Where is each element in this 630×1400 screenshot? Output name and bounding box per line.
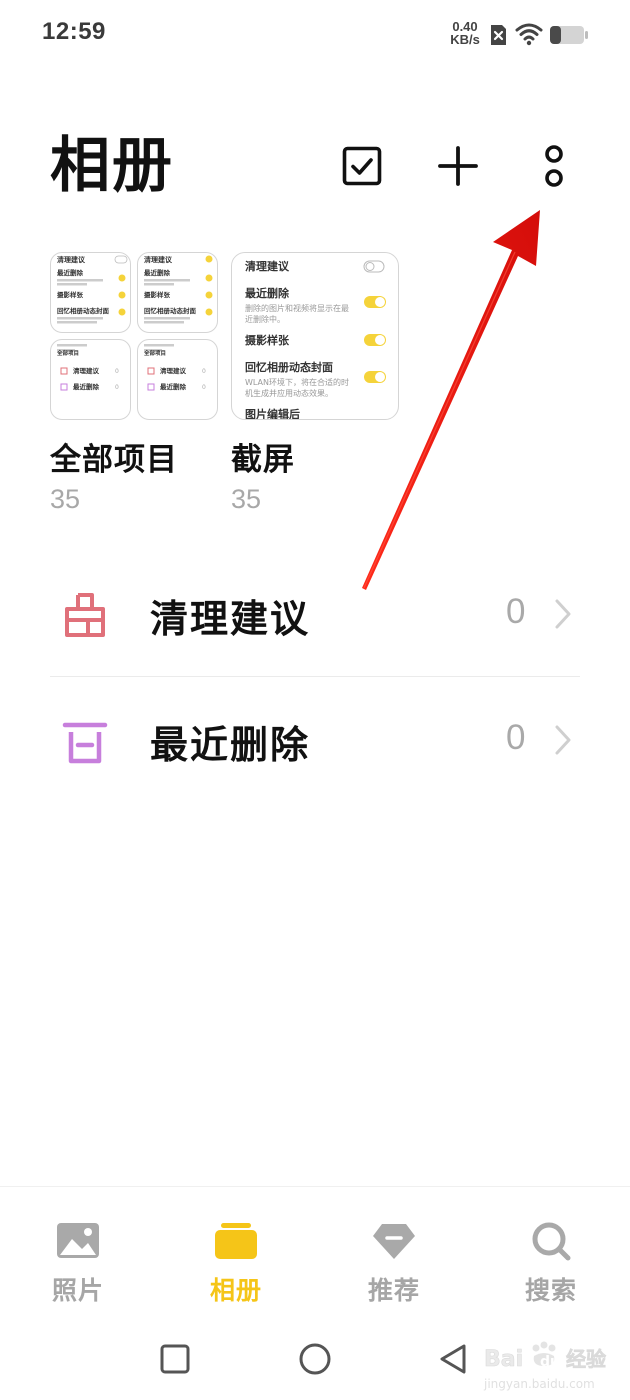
tab-label: 相册 xyxy=(209,1276,262,1305)
svg-text:0: 0 xyxy=(202,384,206,391)
svg-text:最近删除: 最近删除 xyxy=(245,286,290,300)
tab-label: 照片 xyxy=(51,1276,104,1305)
tab-label: 搜索 xyxy=(524,1276,577,1305)
album-count: 35 xyxy=(50,484,81,514)
svg-text:摄影样张: 摄影样张 xyxy=(57,290,84,299)
network-speed: 0.40 KB/s xyxy=(446,20,484,46)
album-thumbnail: 清理建议 最近删除 摄影样张 回忆相册动态封面 xyxy=(137,252,218,333)
svg-text:du: du xyxy=(540,1354,560,1370)
svg-text:jingyan.baidu.com: jingyan.baidu.com xyxy=(483,1377,595,1391)
svg-text:清理建议: 清理建议 xyxy=(73,366,100,375)
list-item-label: 最近删除 xyxy=(150,723,311,767)
svg-text:Bai: Bai xyxy=(484,1347,523,1372)
svg-text:清理建议: 清理建议 xyxy=(144,255,173,264)
album-name: 全部项目 xyxy=(50,442,178,478)
add-icon xyxy=(438,146,478,186)
svg-text:回忆相册动态封面: 回忆相册动态封面 xyxy=(57,306,110,315)
home-icon[interactable] xyxy=(298,1342,332,1376)
svg-text:机生成并应用动态效果。: 机生成并应用动态效果。 xyxy=(245,388,333,398)
svg-text:近删除中。: 近删除中。 xyxy=(245,314,285,324)
svg-text:WLAN环境下，将在合适的时: WLAN环境下，将在合适的时 xyxy=(245,377,349,387)
list-item-clean-suggestions[interactable]: 清理建议 0 xyxy=(0,552,630,676)
list-item-count: 0 xyxy=(506,592,526,631)
svg-text:最近删除: 最近删除 xyxy=(73,382,100,391)
album-cover: 清理建议 最近删除 删除的图片和视频将显示在最 近删除中。 摄影样张 回忆相册动… xyxy=(231,252,399,420)
watermark: Bai du 经验 jingyan.baidu.com xyxy=(478,1336,628,1396)
diamond-icon xyxy=(373,1224,415,1259)
svg-text:0: 0 xyxy=(115,384,119,391)
status-time: 12:59 xyxy=(42,18,106,45)
list-item-count: 0 xyxy=(506,718,526,757)
svg-text:0: 0 xyxy=(115,368,119,375)
svg-text:回忆相册动态封面: 回忆相册动态封面 xyxy=(245,360,333,374)
album-count: 35 xyxy=(231,484,262,514)
list-item-label: 清理建议 xyxy=(150,597,311,641)
status-bar: 12:59 0.40 KB/s xyxy=(0,0,630,66)
svg-text:全部项目: 全部项目 xyxy=(56,349,79,357)
wifi-icon xyxy=(515,23,543,46)
trash-icon xyxy=(62,722,108,764)
album-thumbnail: 全部项目 清理建议 0 最近删除 0 xyxy=(137,339,218,420)
no-sim-icon xyxy=(491,25,506,45)
album-thumbnail: 全部项目 清理建议 0 最近删除 0 xyxy=(50,339,131,420)
back-icon[interactable] xyxy=(438,1343,468,1375)
battery-icon xyxy=(550,26,588,44)
tab-label: 推荐 xyxy=(367,1276,420,1305)
broom-icon xyxy=(65,593,105,637)
bottom-navigation: 照片 相册 推荐 搜索 xyxy=(0,1186,630,1310)
tab-albums[interactable]: 相册 xyxy=(176,1221,296,1307)
tab-search[interactable]: 搜索 xyxy=(491,1221,611,1307)
svg-text:清理建议: 清理建议 xyxy=(245,259,290,273)
divider xyxy=(50,676,580,677)
svg-text:图片编辑后: 图片编辑后 xyxy=(245,407,300,420)
album-thumbnail: 清理建议 最近删除 摄影样张 回忆相册动态封面 xyxy=(50,252,131,333)
tab-recommend[interactable]: 推荐 xyxy=(334,1221,454,1307)
album-all-items[interactable]: 清理建议 最近删除 摄影样张 回忆相册动态封面 清理建议 最近删除 摄影样张 回… xyxy=(50,252,218,514)
svg-text:最近删除: 最近删除 xyxy=(57,268,84,277)
album-name: 截屏 xyxy=(231,442,295,478)
svg-text:0: 0 xyxy=(202,368,206,375)
svg-text:清理建议: 清理建议 xyxy=(57,255,86,264)
svg-text:经验: 经验 xyxy=(566,1347,606,1371)
svg-text:最近删除: 最近删除 xyxy=(144,268,171,277)
more-icon xyxy=(545,145,563,187)
add-album-button[interactable] xyxy=(430,138,486,194)
photo-icon xyxy=(57,1223,99,1258)
chevron-right-icon xyxy=(555,725,571,755)
svg-text:最近删除: 最近删除 xyxy=(160,382,187,391)
album-screenshots[interactable]: 清理建议 最近删除 删除的图片和视频将显示在最 近删除中。 摄影样张 回忆相册动… xyxy=(231,252,399,514)
album-cover-grid: 清理建议 最近删除 摄影样张 回忆相册动态封面 清理建议 最近删除 摄影样张 回… xyxy=(50,252,218,420)
select-button[interactable] xyxy=(334,138,390,194)
album-thumbnail: 清理建议 最近删除 删除的图片和视频将显示在最 近删除中。 摄影样张 回忆相册动… xyxy=(231,252,399,420)
recents-icon[interactable] xyxy=(160,1344,190,1374)
page-title: 相册 xyxy=(50,131,174,201)
list-item-recently-deleted[interactable]: 最近删除 0 xyxy=(0,678,630,802)
more-options-button[interactable] xyxy=(526,138,582,194)
album-icon xyxy=(215,1223,257,1259)
svg-text:删除的图片和视频将显示在最: 删除的图片和视频将显示在最 xyxy=(245,303,349,313)
chevron-right-icon xyxy=(555,599,571,629)
svg-text:摄影样张: 摄影样张 xyxy=(245,333,290,347)
svg-text:清理建议: 清理建议 xyxy=(160,366,187,375)
network-speed-unit: KB/s xyxy=(450,32,480,47)
select-icon xyxy=(342,146,382,186)
svg-text:回忆相册动态封面: 回忆相册动态封面 xyxy=(144,306,197,315)
tab-photos[interactable]: 照片 xyxy=(18,1221,138,1307)
svg-text:摄影样张: 摄影样张 xyxy=(144,290,171,299)
svg-text:全部项目: 全部项目 xyxy=(143,349,166,357)
search-icon xyxy=(532,1222,571,1261)
